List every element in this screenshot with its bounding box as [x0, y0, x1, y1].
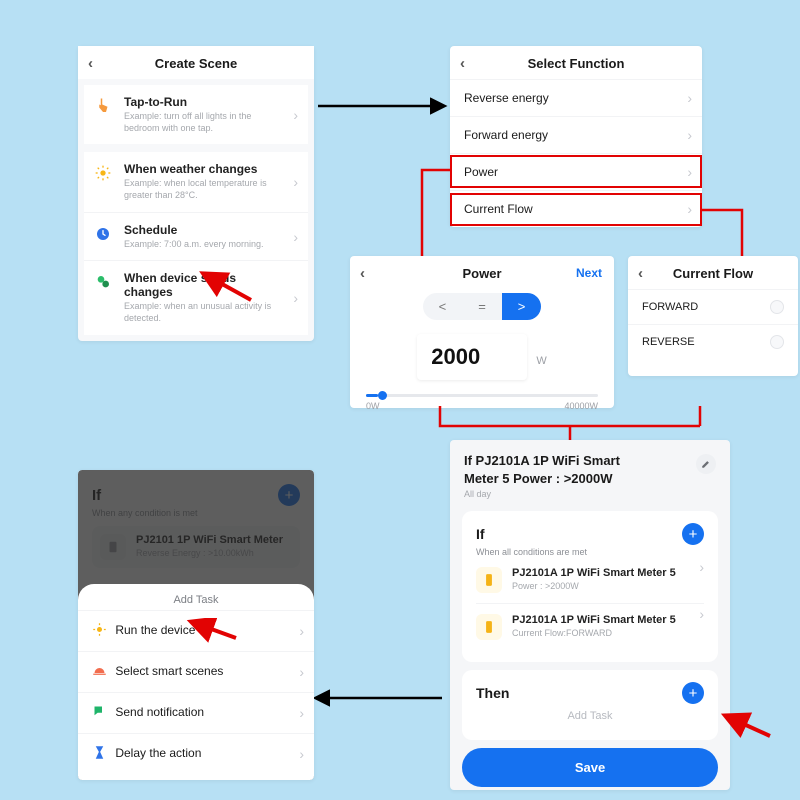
device-icon	[476, 614, 502, 640]
op-less-than[interactable]: <	[423, 293, 463, 320]
chevron-right-icon: ›	[293, 107, 298, 123]
power-value-input[interactable]	[417, 334, 527, 380]
comparison-pill[interactable]: < = >	[423, 293, 542, 320]
chevron-right-icon: ›	[299, 746, 304, 762]
chevron-right-icon: ›	[299, 705, 304, 721]
option-tap-to-run[interactable]: Tap-to-Run Example: turn off all lights …	[84, 85, 308, 144]
fn-forward-energy[interactable]: Forward energy ›	[450, 116, 702, 153]
sun-icon	[94, 164, 112, 182]
chevron-right-icon: ›	[293, 290, 298, 306]
save-button[interactable]: Save	[462, 748, 718, 787]
chevron-right-icon: ›	[299, 623, 304, 639]
automation-subtitle: All day	[464, 489, 716, 499]
chevron-right-icon: ›	[699, 606, 704, 622]
slider-thumb[interactable]	[378, 391, 387, 400]
flow-option-reverse[interactable]: REVERSE	[628, 324, 798, 359]
back-chevron[interactable]: ‹	[638, 266, 643, 281]
condition-item[interactable]: PJ2101A 1P WiFi Smart Meter 5 Power : >2…	[476, 557, 704, 603]
back-chevron[interactable]: ‹	[460, 56, 465, 71]
range-max: 40000W	[564, 401, 598, 411]
sunrise-icon	[92, 663, 112, 681]
notification-icon	[92, 704, 112, 722]
pointer-arrow-icon	[196, 270, 256, 306]
op-equals[interactable]: =	[462, 293, 502, 320]
if-header: If	[476, 526, 485, 542]
flow-arrow-icon	[316, 96, 451, 116]
task-delay-action[interactable]: Delay the action ›	[78, 733, 314, 774]
range-min: 0W	[366, 401, 380, 411]
clock-icon	[94, 225, 112, 243]
flow-arrow-icon	[312, 688, 447, 708]
current-flow-title: Current Flow	[673, 266, 753, 281]
add-task-placeholder: Add Task	[476, 710, 704, 722]
create-scene-title: Create Scene	[155, 56, 237, 71]
power-title: Power	[462, 266, 501, 281]
pointer-arrow-icon	[720, 712, 776, 742]
chevron-right-icon: ›	[687, 201, 692, 217]
add-task-button[interactable]: +	[682, 682, 704, 704]
automation-title-1: If PJ2101A 1P WiFi Smart	[464, 453, 620, 468]
radio-icon	[770, 300, 784, 314]
chevron-right-icon: ›	[293, 229, 298, 245]
fn-power[interactable]: Power ›	[450, 153, 702, 190]
back-chevron[interactable]: ‹	[88, 56, 93, 71]
radio-icon	[770, 335, 784, 349]
tap-icon	[94, 97, 112, 115]
add-condition-button[interactable]: +	[682, 523, 704, 545]
option-weather-changes[interactable]: When weather changes Example: when local…	[84, 152, 308, 211]
fn-current-flow[interactable]: Current Flow ›	[450, 190, 702, 227]
task-smart-scenes[interactable]: Select smart scenes ›	[78, 651, 314, 692]
fn-reverse-energy[interactable]: Reverse energy ›	[450, 79, 702, 116]
chevron-right-icon: ›	[687, 127, 692, 143]
chevron-right-icon: ›	[293, 174, 298, 190]
chevron-right-icon: ›	[687, 164, 692, 180]
option-schedule[interactable]: Schedule Example: 7:00 a.m. every mornin…	[84, 212, 308, 261]
op-greater-than[interactable]: >	[502, 293, 542, 320]
device-icon	[476, 567, 502, 593]
automation-title-2: Meter 5 Power : >2000W	[464, 471, 612, 486]
chevron-right-icon: ›	[699, 559, 704, 575]
if-subtitle: When all conditions are met	[476, 547, 704, 557]
edit-icon[interactable]	[696, 454, 716, 474]
task-send-notification[interactable]: Send notification ›	[78, 692, 314, 733]
select-function-title: Select Function	[528, 56, 625, 71]
chevron-right-icon: ›	[687, 90, 692, 106]
status-change-icon	[94, 273, 112, 291]
sun-icon	[92, 622, 112, 640]
add-task-sheet-title: Add Task	[78, 584, 314, 610]
flow-option-forward[interactable]: FORWARD	[628, 289, 798, 324]
chevron-right-icon: ›	[299, 664, 304, 680]
back-chevron[interactable]: ‹	[360, 266, 365, 281]
then-header: Then	[476, 685, 509, 701]
hourglass-icon	[92, 745, 112, 763]
condition-item[interactable]: PJ2101A 1P WiFi Smart Meter 5 Current Fl…	[476, 603, 704, 650]
power-unit: W	[536, 355, 546, 367]
pointer-arrow-icon	[186, 618, 242, 644]
next-button[interactable]: Next	[576, 266, 602, 280]
